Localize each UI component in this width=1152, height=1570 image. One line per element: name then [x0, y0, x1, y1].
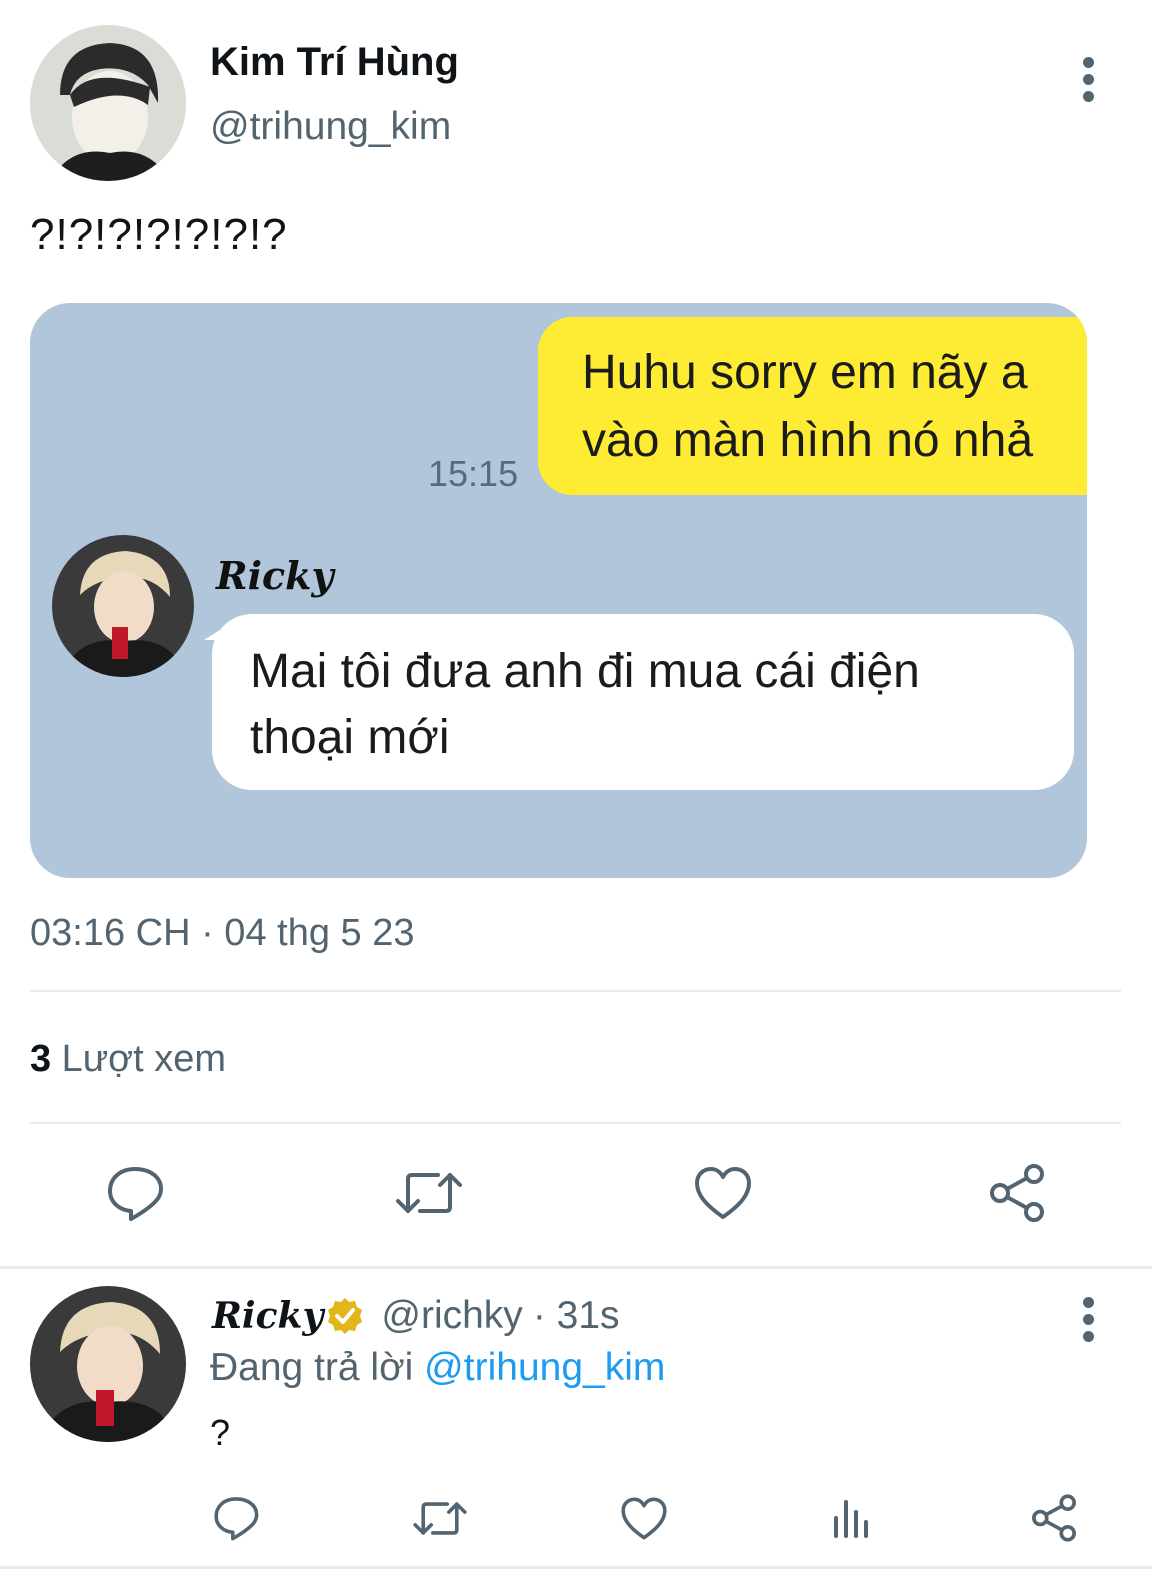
author-avatar[interactable] [30, 25, 186, 181]
reply-analytics-button[interactable] [822, 1492, 878, 1544]
reply-retweet-button[interactable] [410, 1492, 470, 1544]
like-button[interactable] [688, 1160, 758, 1226]
tweet-timestamp[interactable]: 03:16 CH · 04 thg 5 23 [30, 912, 414, 955]
divider [30, 990, 1121, 992]
reply-comment-button[interactable] [208, 1492, 264, 1544]
reply-time[interactable]: · 31s [533, 1294, 620, 1338]
heart-icon [695, 1167, 751, 1219]
tweet-text: ?!?!?!?!?!?!? [30, 210, 288, 259]
views-count: 3 [30, 1038, 52, 1080]
retweet-button[interactable] [392, 1160, 466, 1226]
divider [0, 1266, 1152, 1269]
analytics-icon [834, 1500, 868, 1538]
heart-icon [621, 1497, 667, 1539]
views-label: Lượt xem [61, 1038, 226, 1080]
author-handle[interactable]: @trihung_kim [210, 105, 451, 149]
reply-author-name[interactable]: Ricky [212, 1295, 323, 1337]
replying-prefix: Đang trả lời [210, 1346, 414, 1389]
reply-share-button[interactable] [1026, 1492, 1082, 1544]
comment-icon [214, 1497, 259, 1541]
reply-avatar-image [30, 1286, 186, 1442]
chat-outgoing-line: Huhu sorry em nãy a [582, 346, 1028, 399]
chat-outgoing-bubble: Huhu sorry em nãy a vào màn hình nó nhả [538, 317, 1087, 495]
divider [30, 1122, 1121, 1124]
views-stat[interactable]: 3 Lượt xem [30, 1038, 226, 1081]
author-display-name[interactable]: Kim Trí Hùng [210, 40, 459, 85]
reply-button[interactable] [100, 1160, 170, 1226]
replying-to-line: Đang trả lời @trihung_kim [210, 1346, 665, 1390]
author-avatar-image [30, 25, 186, 181]
share-icon [990, 1164, 1044, 1222]
more-vertical-icon[interactable] [1078, 57, 1098, 108]
chat-time: 15:15 [428, 453, 519, 494]
tweet-media-image[interactable]: Huhu sorry em nãy a vào màn hình nó nhả … [30, 303, 1087, 878]
chat-incoming-line: Mai tôi đưa anh đi mua cái điện [250, 645, 920, 698]
reply-like-button[interactable] [616, 1492, 672, 1544]
reply-author-avatar[interactable] [30, 1286, 186, 1442]
reply-author-handle[interactable]: @richky [381, 1294, 522, 1338]
chat-incoming-bubble: Mai tôi đưa anh đi mua cái điện thoại mớ… [204, 614, 1074, 790]
verified-badge-icon [328, 1298, 363, 1334]
chat-outgoing-line: vào màn hình nó nhả [582, 414, 1034, 467]
divider [0, 1566, 1152, 1569]
more-vertical-icon[interactable] [1078, 1297, 1098, 1348]
comment-icon [108, 1167, 163, 1221]
chat-incoming-line: thoại mới [250, 711, 450, 764]
chat-sender-avatar [52, 535, 194, 677]
retweet-icon [413, 1501, 467, 1535]
reply-text: ? [210, 1412, 231, 1453]
retweet-icon [396, 1173, 462, 1213]
share-button[interactable] [982, 1160, 1052, 1226]
replying-to-mention[interactable]: @trihung_kim [424, 1346, 665, 1389]
chat-sender-name: Ricky [216, 553, 334, 598]
reply-header: Ricky @richky · 31s [212, 1294, 620, 1338]
share-icon [1032, 1494, 1076, 1542]
